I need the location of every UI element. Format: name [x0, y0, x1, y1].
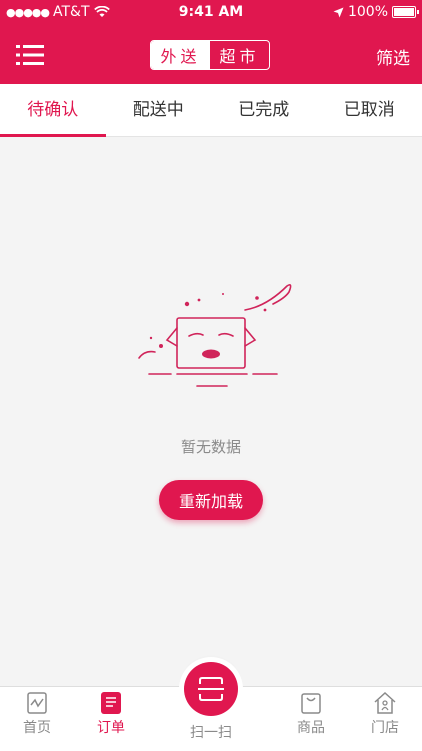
scan-button[interactable]: [184, 662, 238, 716]
tabbar-item-products[interactable]: 商品: [274, 691, 348, 739]
tab-pending[interactable]: 待确认: [0, 84, 106, 136]
status-bar: ●●●●● AT&T 9:41 AM 100%: [0, 0, 422, 26]
segment-takeout[interactable]: 外送: [151, 41, 210, 69]
status-right: 100%: [333, 4, 416, 20]
tab-delivering[interactable]: 配送中: [106, 84, 212, 136]
tabbar-label-products: 商品: [274, 717, 348, 739]
menu-list-icon[interactable]: [16, 43, 44, 67]
tabbar-item-store[interactable]: 门店: [348, 691, 422, 739]
filter-button[interactable]: 筛选: [376, 44, 410, 69]
reload-button[interactable]: 重新加载: [159, 480, 263, 520]
tabbar-label-home: 首页: [0, 717, 74, 739]
tab-completed[interactable]: 已完成: [211, 84, 317, 136]
bag-icon: [299, 691, 323, 715]
tab-cancelled[interactable]: 已取消: [317, 84, 422, 136]
scan-icon: [196, 674, 226, 704]
battery-icon: [392, 6, 416, 18]
home-chart-icon: [25, 691, 49, 715]
empty-box-illustration: [127, 280, 297, 395]
tabbar-label-scan: 扫一扫: [174, 722, 248, 742]
tabbar-item-home[interactable]: 首页: [0, 691, 74, 739]
tabbar-label-store: 门店: [348, 717, 422, 739]
battery-percent: 100%: [348, 4, 388, 20]
service-segmented-control: 外送 超市: [150, 40, 270, 70]
location-arrow-icon: [333, 7, 344, 18]
order-icon: [99, 691, 123, 715]
tabbar-item-orders[interactable]: 订单: [74, 691, 148, 739]
order-status-tabs: 待确认 配送中 已完成 已取消: [0, 84, 422, 137]
tabbar-label-orders: 订单: [74, 717, 148, 739]
empty-state-message: 暂无数据: [0, 436, 422, 457]
segment-supermarket[interactable]: 超市: [210, 41, 269, 69]
store-icon: [373, 691, 397, 715]
nav-bar: 外送 超市 筛选: [0, 26, 422, 84]
